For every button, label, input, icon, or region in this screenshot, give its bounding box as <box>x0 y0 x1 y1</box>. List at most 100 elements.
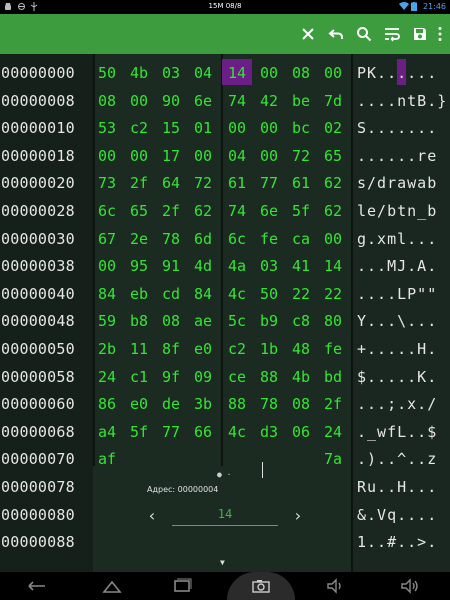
hex-byte[interactable]: 14 <box>321 252 345 280</box>
hex-byte[interactable]: be <box>289 87 313 115</box>
hex-byte[interactable]: bc <box>289 114 313 142</box>
hex-byte[interactable]: 64 <box>159 169 183 197</box>
hex-byte[interactable]: 84 <box>191 280 215 308</box>
hex-byte[interactable]: 6d <box>191 225 215 253</box>
hex-byte[interactable]: 2b <box>95 335 119 363</box>
hex-byte[interactable]: c2 <box>225 335 249 363</box>
hex-byte[interactable]: 95 <box>127 252 151 280</box>
hex-byte[interactable]: 22 <box>321 280 345 308</box>
hex-byte[interactable]: 42 <box>257 87 281 115</box>
hex-byte[interactable]: 62 <box>321 197 345 225</box>
hex-byte[interactable]: 04 <box>191 59 215 87</box>
hex-byte[interactable]: 5c <box>225 307 249 335</box>
hex-byte[interactable]: b8 <box>127 307 151 335</box>
hex-byte[interactable]: 00 <box>257 59 281 87</box>
hex-byte[interactable]: 72 <box>289 142 313 170</box>
hex-byte[interactable]: 90 <box>159 87 183 115</box>
hex-byte[interactable]: 59 <box>95 307 119 335</box>
hex-byte[interactable]: 11 <box>127 335 151 363</box>
hex-byte[interactable]: 2f <box>321 390 345 418</box>
hex-byte[interactable]: 8f <box>159 335 183 363</box>
hex-byte[interactable]: 61 <box>289 169 313 197</box>
hex-byte[interactable]: 62 <box>321 169 345 197</box>
hex-byte[interactable]: 86 <box>95 390 119 418</box>
hex-byte[interactable]: 04 <box>225 142 249 170</box>
hex-byte[interactable]: 62 <box>191 197 215 225</box>
hex-byte[interactable]: 24 <box>321 418 345 446</box>
hex-byte[interactable]: cd <box>159 280 183 308</box>
hex-byte[interactable]: 80 <box>321 307 345 335</box>
hex-byte[interactable]: 22 <box>289 280 313 308</box>
hex-byte[interactable]: 2e <box>127 225 151 253</box>
hex-byte[interactable]: ce <box>225 363 249 391</box>
hex-byte[interactable]: 73 <box>95 169 119 197</box>
hex-byte[interactable]: c8 <box>289 307 313 335</box>
hex-byte[interactable]: 1b <box>257 335 281 363</box>
hex-byte[interactable]: 4c <box>225 418 249 446</box>
hex-byte[interactable]: 00 <box>95 252 119 280</box>
volume-down-icon[interactable] <box>315 572 355 600</box>
hex-byte[interactable]: 74 <box>225 87 249 115</box>
hex-byte[interactable]: 00 <box>225 114 249 142</box>
hex-byte[interactable]: 84 <box>95 280 119 308</box>
hex-byte[interactable]: 6c <box>225 225 249 253</box>
hex-byte[interactable]: eb <box>127 280 151 308</box>
hex-byte[interactable]: 2f <box>159 197 183 225</box>
hex-byte[interactable]: 78 <box>257 390 281 418</box>
hex-byte[interactable]: e0 <box>127 390 151 418</box>
hex-byte[interactable]: 03 <box>257 252 281 280</box>
hex-byte[interactable]: 00 <box>127 142 151 170</box>
hex-byte[interactable]: 74 <box>225 197 249 225</box>
hex-byte[interactable]: 66 <box>191 418 215 446</box>
hex-byte[interactable]: 4d <box>191 252 215 280</box>
hex-byte[interactable]: 72 <box>191 169 215 197</box>
collapse-panel-icon[interactable]: ▼ <box>220 558 225 567</box>
hex-byte[interactable]: 50 <box>257 280 281 308</box>
hex-byte[interactable]: bd <box>321 363 345 391</box>
overflow-menu-icon[interactable] <box>434 20 446 48</box>
hex-byte[interactable]: 91 <box>159 252 183 280</box>
hex-byte[interactable]: 61 <box>225 169 249 197</box>
hex-byte[interactable]: 77 <box>257 169 281 197</box>
hex-byte[interactable]: 24 <box>95 363 119 391</box>
hex-byte[interactable]: 88 <box>257 363 281 391</box>
hex-byte[interactable]: 5f <box>127 418 151 446</box>
hex-byte[interactable]: 08 <box>159 307 183 335</box>
hex-byte[interactable]: 50 <box>95 59 119 87</box>
hex-byte[interactable]: 00 <box>257 114 281 142</box>
hex-byte[interactable]: a4 <box>95 418 119 446</box>
close-icon[interactable] <box>294 20 322 48</box>
recent-apps-icon[interactable] <box>162 572 202 600</box>
hex-byte[interactable]: e0 <box>191 335 215 363</box>
hex-byte[interactable]: 53 <box>95 114 119 142</box>
hex-byte[interactable]: ae <box>191 307 215 335</box>
hex-byte[interactable]: fe <box>321 335 345 363</box>
hex-byte[interactable]: 41 <box>289 252 313 280</box>
hex-byte[interactable]: 6e <box>191 87 215 115</box>
wrap-icon[interactable] <box>378 20 406 48</box>
hex-byte[interactable]: 02 <box>321 114 345 142</box>
hex-byte[interactable]: 06 <box>289 418 313 446</box>
hex-byte[interactable]: b9 <box>257 307 281 335</box>
hex-byte[interactable]: 08 <box>289 59 313 87</box>
hex-byte[interactable]: 4c <box>225 280 249 308</box>
hex-byte[interactable]: fe <box>257 225 281 253</box>
hex-byte[interactable]: 4b <box>127 59 151 87</box>
hex-byte[interactable]: 01 <box>191 114 215 142</box>
hex-byte[interactable]: 00 <box>321 225 345 253</box>
hex-byte[interactable]: 00 <box>191 142 215 170</box>
volume-up-icon[interactable] <box>390 572 430 600</box>
hex-byte[interactable]: 15 <box>159 114 183 142</box>
hex-byte[interactable]: 48 <box>289 335 313 363</box>
hex-byte[interactable]: d3 <box>257 418 281 446</box>
hex-byte[interactable]: 6e <box>257 197 281 225</box>
hex-byte[interactable]: 6c <box>95 197 119 225</box>
hex-byte[interactable]: 65 <box>127 197 151 225</box>
hex-byte[interactable]: de <box>159 390 183 418</box>
hex-byte[interactable]: 78 <box>159 225 183 253</box>
hex-byte[interactable]: c1 <box>127 363 151 391</box>
hex-byte[interactable]: 67 <box>95 225 119 253</box>
hex-byte[interactable]: 00 <box>95 142 119 170</box>
search-icon[interactable] <box>350 20 378 48</box>
hex-byte[interactable]: 14 <box>225 59 249 87</box>
